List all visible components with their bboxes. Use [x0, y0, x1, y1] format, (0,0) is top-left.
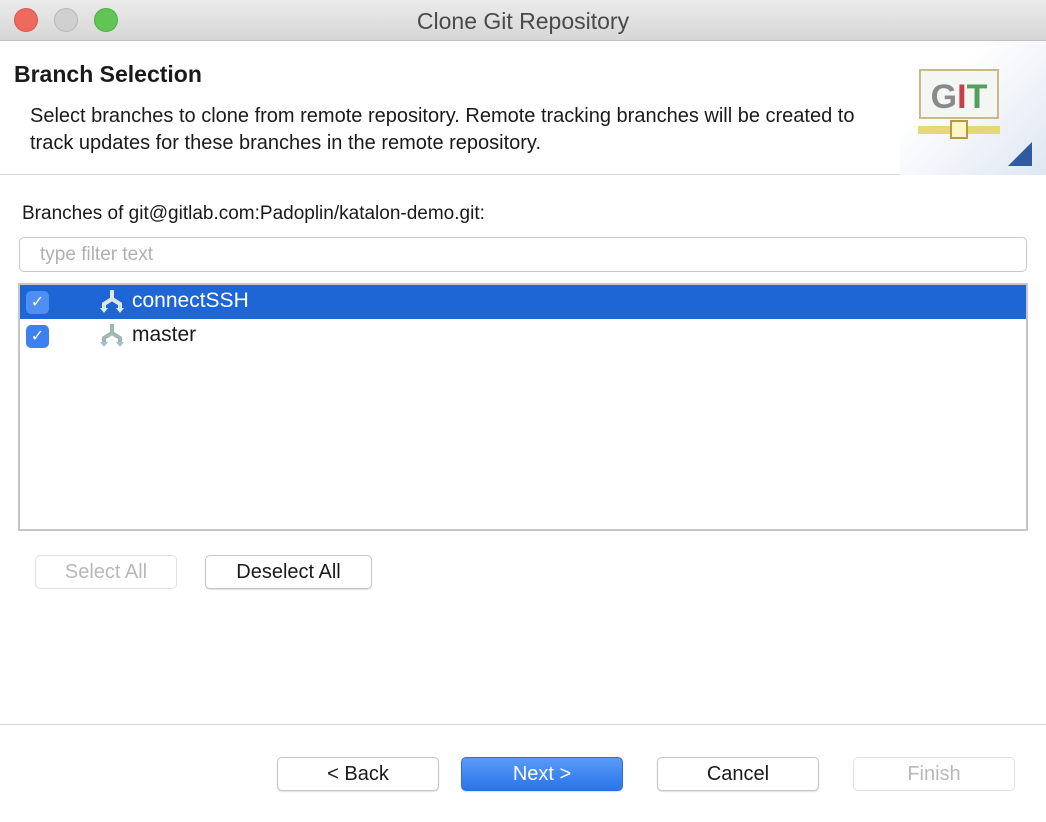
filter-input[interactable]: [19, 237, 1027, 272]
finish-button[interactable]: Finish: [853, 757, 1015, 791]
window-title: Clone Git Repository: [416, 8, 630, 34]
cancel-button[interactable]: Cancel: [657, 757, 819, 791]
page-description: Select branches to clone from remote rep…: [30, 105, 855, 154]
footer-divider: [0, 724, 1046, 725]
branch-name: master: [132, 323, 197, 346]
branch-name: connectSSH: [132, 289, 249, 312]
branches-label: Branches of git@gitlab.com:Padoplin/kata…: [22, 203, 485, 224]
branch-list[interactable]: ✓ connectSSH ✓ master: [18, 283, 1028, 531]
select-all-button[interactable]: Select All: [35, 555, 177, 589]
branch-row-connectssh[interactable]: ✓ connectSSH: [20, 285, 1026, 319]
page-title: Branch Selection: [14, 61, 202, 87]
branch-icon: [100, 324, 124, 347]
svg-text:GIT: GIT: [931, 78, 988, 116]
next-button[interactable]: Next >: [461, 757, 623, 791]
deselect-all-button[interactable]: Deselect All: [205, 555, 372, 589]
checkbox-master[interactable]: ✓: [26, 325, 49, 348]
checkbox-connectssh[interactable]: ✓: [26, 291, 49, 314]
branch-row-master[interactable]: ✓ master: [20, 319, 1026, 353]
title-bar: Clone Git Repository: [0, 0, 1046, 41]
wizard-header: Branch Selection Select branches to clon…: [0, 41, 1046, 175]
branch-icon: [100, 290, 124, 313]
back-button[interactable]: < Back: [277, 757, 439, 791]
git-logo: GIT: [900, 41, 1046, 175]
